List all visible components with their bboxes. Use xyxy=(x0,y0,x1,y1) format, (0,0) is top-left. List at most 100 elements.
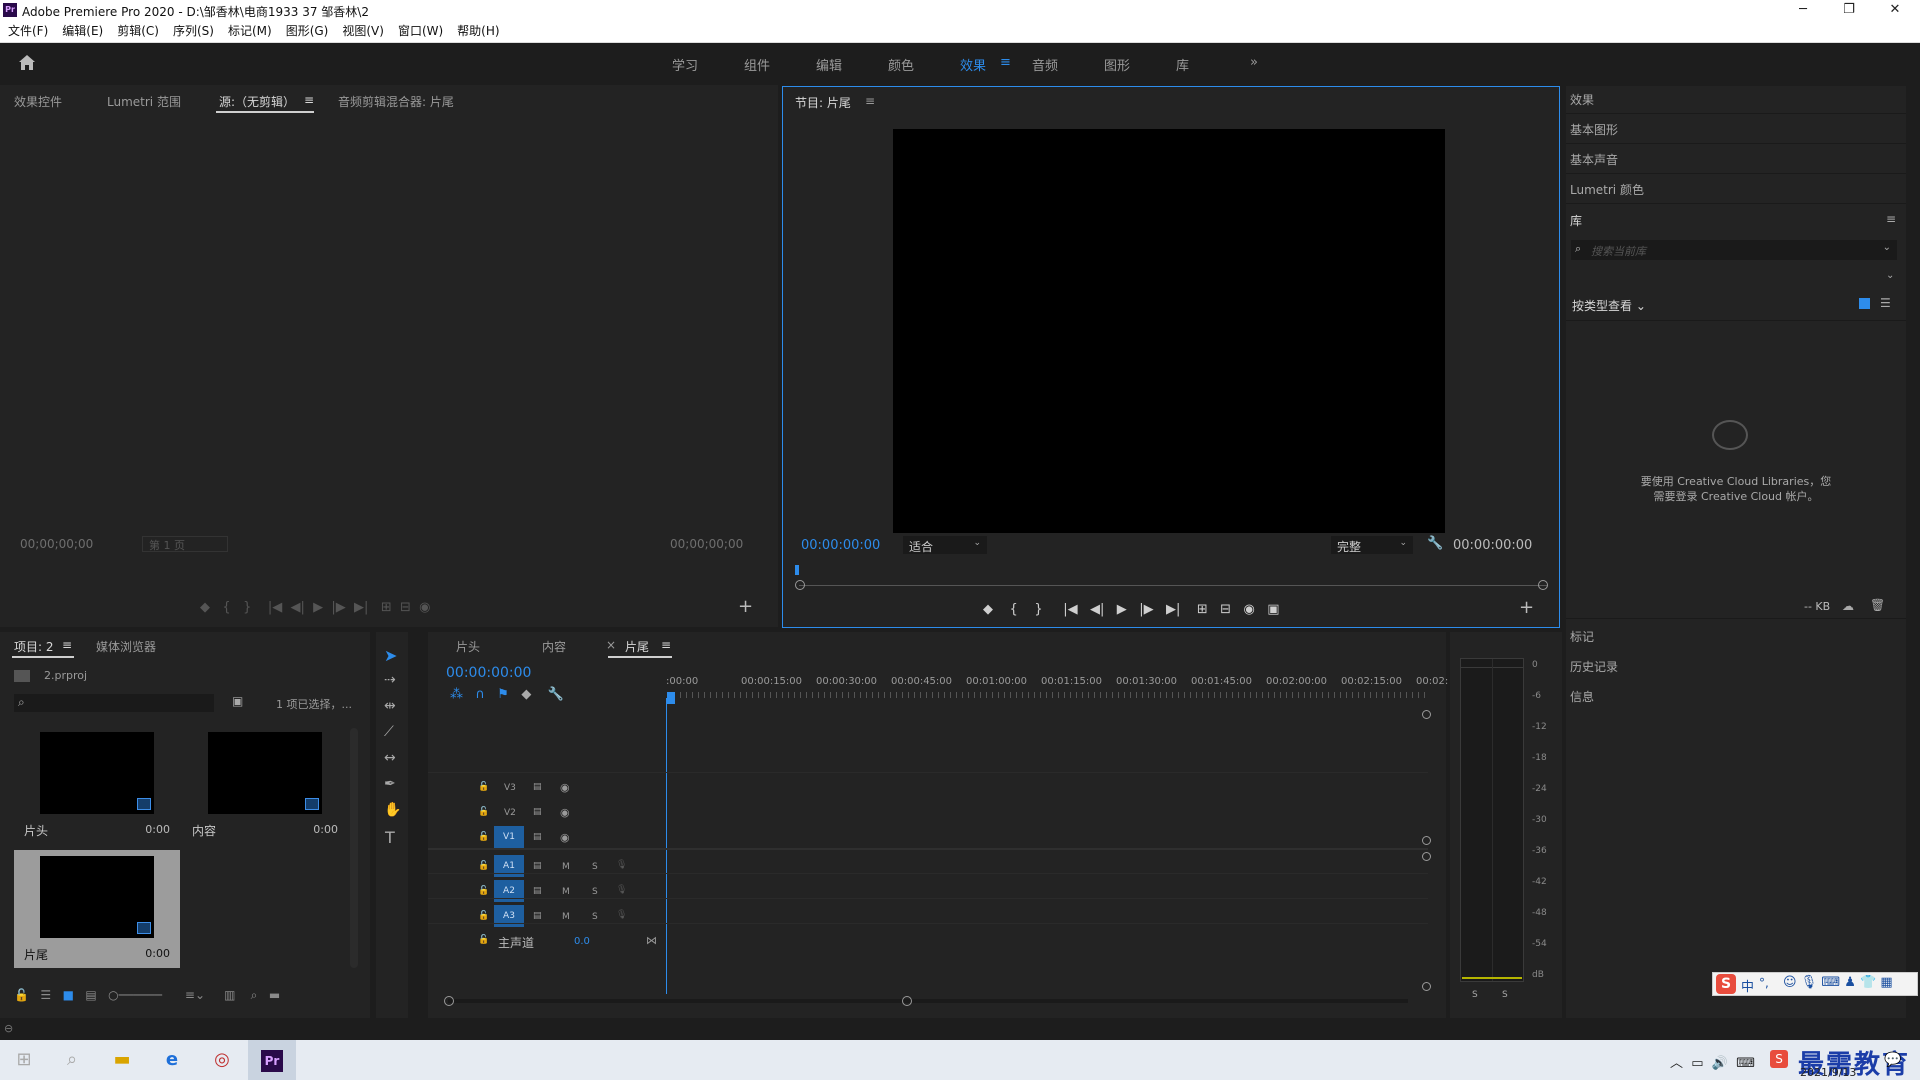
a1-lock-icon[interactable]: 🔓 xyxy=(478,861,489,871)
project-scrollbar[interactable] xyxy=(350,728,358,968)
source-timecode-in[interactable]: 00;00;00;00 xyxy=(20,537,93,551)
sogou-logo-icon[interactable]: S xyxy=(1716,974,1736,994)
libraries-menu-icon[interactable]: ≡ xyxy=(1886,212,1896,226)
program-title[interactable]: 节目: 片尾 xyxy=(795,94,851,111)
a2-mic-icon[interactable]: 🎙 xyxy=(616,885,627,895)
scrub-end-handle[interactable] xyxy=(1538,580,1548,590)
a1-mute[interactable]: M xyxy=(562,862,570,872)
program-transport-controls[interactable]: ◆ { } |◀ ◀| ▶ |▶ ▶| ⊞ ⊟ ◉ ▣ xyxy=(983,602,1280,617)
a1-solo[interactable]: S xyxy=(592,862,598,872)
edge-browser-icon[interactable]: e xyxy=(148,1040,196,1080)
program-menu-icon[interactable]: ≡ xyxy=(865,94,875,108)
a2-sync-icon[interactable]: ▤ xyxy=(533,886,542,896)
program-add-button[interactable]: + xyxy=(1519,597,1534,618)
grid-view-icon[interactable] xyxy=(1859,298,1870,309)
meter-solo-right[interactable]: S xyxy=(1502,990,1508,1000)
notification-icon[interactable]: 💬 xyxy=(1884,1052,1901,1068)
tab-sequence-content[interactable]: 内容 xyxy=(542,638,566,655)
a1-mic-icon[interactable]: 🎙 xyxy=(616,860,627,870)
workspace-assembly[interactable]: 组件 xyxy=(744,55,770,74)
essential-graphics-section[interactable]: 基本图形 xyxy=(1570,121,1618,138)
v3-eye-icon[interactable]: ◉ xyxy=(560,781,570,794)
history-section[interactable]: 历史记录 xyxy=(1570,658,1618,675)
view-by-type-select[interactable]: 按类型查看 ⌄ xyxy=(1572,297,1646,314)
a3-solo[interactable]: S xyxy=(592,912,598,922)
razor-tool-icon[interactable]: ⟋ xyxy=(384,724,394,740)
a2-lock-icon[interactable]: 🔓 xyxy=(478,886,489,896)
v1-lock-icon[interactable]: 🔓 xyxy=(478,832,489,842)
menu-window[interactable]: 窗口(W) xyxy=(398,20,443,42)
home-icon[interactable] xyxy=(18,54,36,71)
effects-section[interactable]: 效果 xyxy=(1570,91,1594,108)
v1-target[interactable]: V1 xyxy=(494,826,524,848)
close-button[interactable]: ✕ xyxy=(1872,0,1918,20)
project-item-content[interactable]: 内容 0:00 xyxy=(182,726,348,844)
track-select-tool-icon[interactable]: ⇢ xyxy=(384,672,396,688)
file-explorer-icon[interactable]: ▬ xyxy=(98,1040,146,1080)
trash-icon[interactable]: 🗑 xyxy=(1870,598,1885,612)
video-scroll-bottom-handle[interactable] xyxy=(1422,836,1431,845)
tab-project[interactable]: 项目: 2 xyxy=(14,638,54,655)
timeline-menu-icon[interactable]: ≡ xyxy=(661,638,671,652)
source-page-select[interactable]: 第 1 页 xyxy=(142,536,228,552)
timeline-playhead-head[interactable] xyxy=(667,692,675,704)
project-item-outro[interactable]: 片尾 0:00 xyxy=(14,850,180,968)
project-menu-icon[interactable]: ≡ xyxy=(62,638,72,652)
workspace-learn[interactable]: 学习 xyxy=(672,55,698,74)
tab-effect-controls[interactable]: 效果控件 xyxy=(14,93,62,110)
tab-media-browser[interactable]: 媒体浏览器 xyxy=(96,638,156,655)
chevron-down-icon[interactable]: ⌄ xyxy=(1886,270,1894,281)
program-fit-select[interactable]: 适合 ⌄ xyxy=(903,536,987,554)
timeline-horizontal-scrollbar[interactable] xyxy=(448,999,1408,1003)
menu-help[interactable]: 帮助(H) xyxy=(457,20,499,42)
maximize-button[interactable]: ❐ xyxy=(1826,0,1872,20)
a1-sync-icon[interactable]: ▤ xyxy=(533,861,542,871)
pen-tool-icon[interactable]: ✒ xyxy=(384,776,396,792)
audio-scroll-top-handle[interactable] xyxy=(1422,852,1431,861)
libraries-section[interactable]: 库 xyxy=(1570,212,1582,229)
a3-mic-icon[interactable]: 🎙 xyxy=(616,910,627,920)
search-icon[interactable]: ⌕ xyxy=(48,1040,96,1080)
meter-solo-left[interactable]: S xyxy=(1472,990,1478,1000)
zoom-right-handle[interactable] xyxy=(902,996,912,1006)
system-tray-icons[interactable]: ︿ ▭ 🔊 ⌨ xyxy=(1670,1052,1755,1071)
v2-eye-icon[interactable]: ◉ xyxy=(560,806,570,819)
workspace-effects[interactable]: 效果 xyxy=(960,55,986,74)
tab-sequence-outro[interactable]: 片尾 xyxy=(625,638,649,655)
program-quality-select[interactable]: 完整 ⌄ xyxy=(1331,536,1413,554)
tab-source[interactable]: 源:（无剪辑） xyxy=(219,93,295,110)
premiere-taskbar-button[interactable]: Pr xyxy=(248,1040,296,1080)
tab-lumetri-scopes[interactable]: Lumetri 范围 xyxy=(107,93,181,110)
program-scrub-bar[interactable] xyxy=(799,585,1547,586)
workspace-menu-icon[interactable]: ≡ xyxy=(1000,55,1011,70)
v1-eye-icon[interactable]: ◉ xyxy=(560,831,570,844)
source-transport-controls[interactable]: ◆ { } |◀ ◀| ▶ |▶ ▶| ⊞ ⊟ ◉ xyxy=(200,600,430,615)
tab-sequence-intro[interactable]: 片头 xyxy=(456,638,480,655)
source-add-button[interactable]: + xyxy=(738,596,753,617)
close-icon[interactable]: × xyxy=(606,638,616,652)
workspace-audio[interactable]: 音频 xyxy=(1032,55,1058,74)
a2-solo[interactable]: S xyxy=(592,887,598,897)
menu-clip[interactable]: 剪辑(C) xyxy=(117,20,159,42)
master-volume-value[interactable]: 0.0 xyxy=(574,936,590,947)
markers-section[interactable]: 标记 xyxy=(1570,628,1594,645)
windows-start-icon[interactable]: ⊞ xyxy=(0,1040,48,1080)
program-video-frame[interactable] xyxy=(893,129,1445,533)
workspace-color[interactable]: 颜色 xyxy=(888,55,914,74)
slip-tool-icon[interactable]: ↔ xyxy=(384,750,396,766)
essential-sound-section[interactable]: 基本声音 xyxy=(1570,151,1618,168)
master-expand-icon[interactable]: ⋈ xyxy=(646,934,657,947)
workspace-editing[interactable]: 编辑 xyxy=(816,55,842,74)
timeline-toolbar[interactable]: ⁂ ∩ ⚑ ◆ 🔧 xyxy=(450,687,564,702)
ime-tools-icon[interactable]: ☺ 🎙 ⌨ ♟ 👕 ▦ xyxy=(1783,975,1893,990)
master-lock-icon[interactable]: 🔓 xyxy=(478,935,489,945)
ime-mode[interactable]: 中 xyxy=(1741,976,1754,995)
cloud-sync-icon[interactable]: ☁ xyxy=(1842,599,1854,613)
a3-mute[interactable]: M xyxy=(562,912,570,922)
ripple-edit-tool-icon[interactable]: ⇹ xyxy=(384,698,396,714)
list-view-icon[interactable]: ☰ xyxy=(1880,296,1891,310)
new-bin-from-search-icon[interactable]: ▣ xyxy=(232,694,243,708)
sogou-tray-icon[interactable]: S xyxy=(1770,1050,1788,1068)
library-search-input[interactable]: ⌕ 搜索当前库 ⌄ xyxy=(1571,240,1897,260)
a2-mute[interactable]: M xyxy=(562,887,570,897)
